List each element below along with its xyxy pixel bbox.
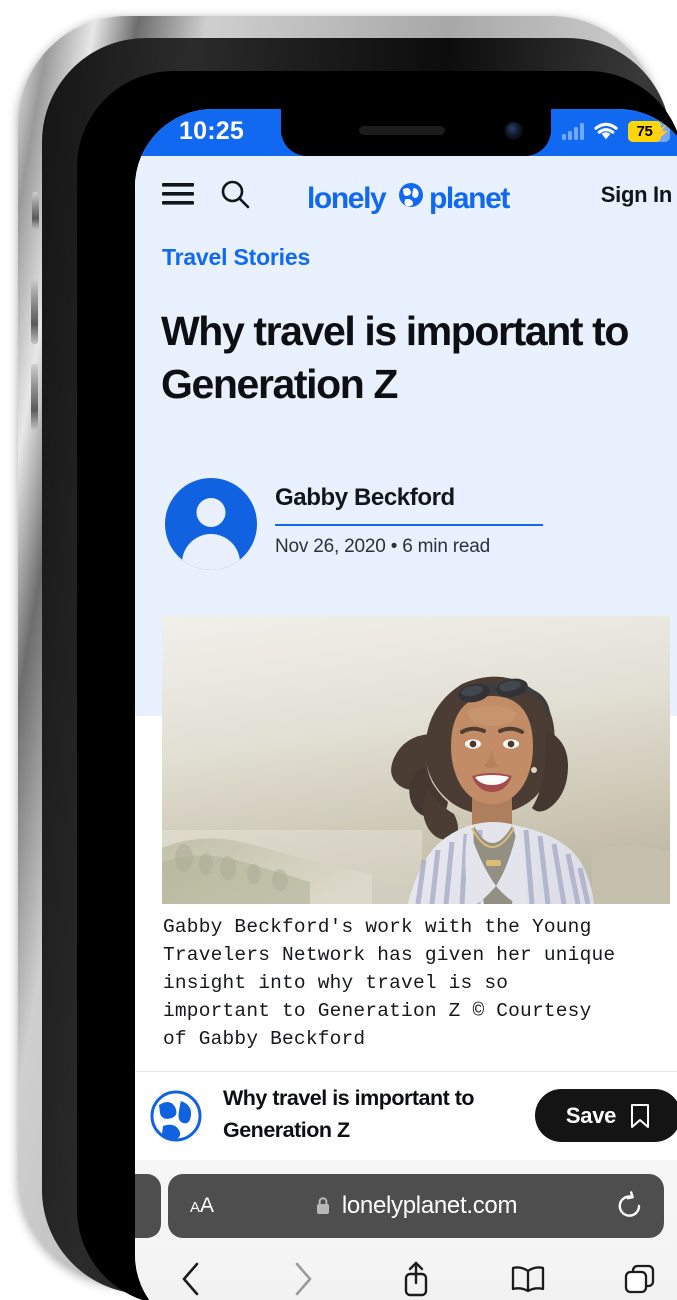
status-bar-clock: 10:25 — [179, 117, 244, 145]
bookmarks-button[interactable] — [472, 1264, 584, 1294]
page-title: Why travel is important to Generation Z — [161, 308, 629, 408]
lightning-bolt-icon: ⚡ — [653, 124, 671, 140]
byline-divider — [275, 524, 543, 526]
globe-icon — [150, 1090, 202, 1142]
url-display: lonelyplanet.com — [168, 1174, 664, 1238]
tabs-button[interactable] — [584, 1262, 677, 1296]
image-caption: Gabby Beckford's work with the Young Tra… — [163, 916, 616, 1050]
author-byline: Gabby Beckford Nov 26, 2020 • 6 min read — [165, 478, 665, 574]
sign-in-button[interactable]: Sign In — [601, 182, 673, 208]
screenshot-stage: 10:25 75 ⚡ lonely planet Sign In Travel … — [0, 0, 677, 1300]
hamburger-menu-icon[interactable] — [162, 183, 194, 205]
logo-word-planet: planet — [429, 182, 510, 215]
reload-icon[interactable] — [616, 1191, 644, 1221]
safari-chrome: AA lonelyplanet.com — [135, 1160, 677, 1300]
user-avatar-icon[interactable] — [165, 478, 257, 570]
url-text: lonelyplanet.com — [341, 1192, 518, 1219]
article-save-bar: Why travel is important to Generation Z … — [135, 1071, 677, 1160]
header-left-controls — [162, 179, 250, 209]
url-bar[interactable]: AA lonelyplanet.com — [168, 1174, 664, 1238]
status-bar-indicators: 75 ⚡ — [562, 121, 670, 142]
avatar-head-shape — [196, 498, 226, 527]
adjacent-tab-peek[interactable] — [135, 1174, 161, 1238]
lonely-planet-logo[interactable]: 50 YEARS OF TRAVEL lonely — [301, 162, 531, 234]
safari-webview: 50 YEARS OF TRAVEL lonely — [135, 156, 677, 1160]
globe-icon — [398, 183, 423, 207]
volume-down-button[interactable] — [31, 364, 38, 430]
volume-up-button[interactable] — [31, 278, 38, 344]
avatar-body-shape — [182, 534, 240, 570]
save-button-label: Save — [565, 1102, 617, 1128]
phone-frame: 10:25 75 ⚡ lonely planet Sign In Travel … — [18, 16, 677, 1300]
tabs-icon — [624, 1264, 655, 1294]
front-camera-icon — [505, 123, 521, 138]
wifi-icon — [594, 122, 618, 140]
phone-mid-band: 10:25 75 ⚡ lonely planet Sign In Travel … — [42, 38, 677, 1300]
earpiece-speaker — [358, 126, 445, 135]
hero-image — [162, 616, 670, 904]
chevron-right-icon — [295, 1262, 312, 1296]
back-button[interactable] — [135, 1261, 247, 1297]
save-bar-article-title: Why travel is important to Generation Z — [223, 1086, 475, 1142]
book-icon — [511, 1266, 544, 1293]
share-icon — [404, 1261, 427, 1297]
battery-indicator: 75 ⚡ — [628, 121, 670, 142]
share-button[interactable] — [359, 1260, 471, 1298]
author-name[interactable]: Gabby Beckford — [275, 484, 455, 512]
cellular-signal-icon — [562, 123, 584, 140]
phone-screen: 10:25 75 ⚡ lonely planet Sign In Travel … — [135, 109, 677, 1300]
save-button[interactable]: Save — [535, 1089, 677, 1142]
breadcrumb[interactable]: Travel Stories — [162, 244, 310, 271]
safari-toolbar — [135, 1248, 677, 1300]
phone-bezel: 10:25 75 ⚡ lonely planet Sign In Travel … — [77, 71, 677, 1300]
bookmark-icon — [631, 1103, 650, 1128]
site-header: 50 YEARS OF TRAVEL lonely — [135, 156, 677, 238]
search-icon[interactable] — [220, 179, 250, 209]
logo-word-lonely: lonely — [307, 182, 387, 215]
lock-icon — [316, 1197, 329, 1214]
article-meta: Nov 26, 2020 • 6 min read — [275, 536, 491, 557]
forward-button[interactable] — [247, 1261, 359, 1297]
phone-notch — [280, 109, 551, 156]
chevron-left-icon — [182, 1262, 199, 1296]
mute-switch-button[interactable] — [32, 192, 39, 230]
